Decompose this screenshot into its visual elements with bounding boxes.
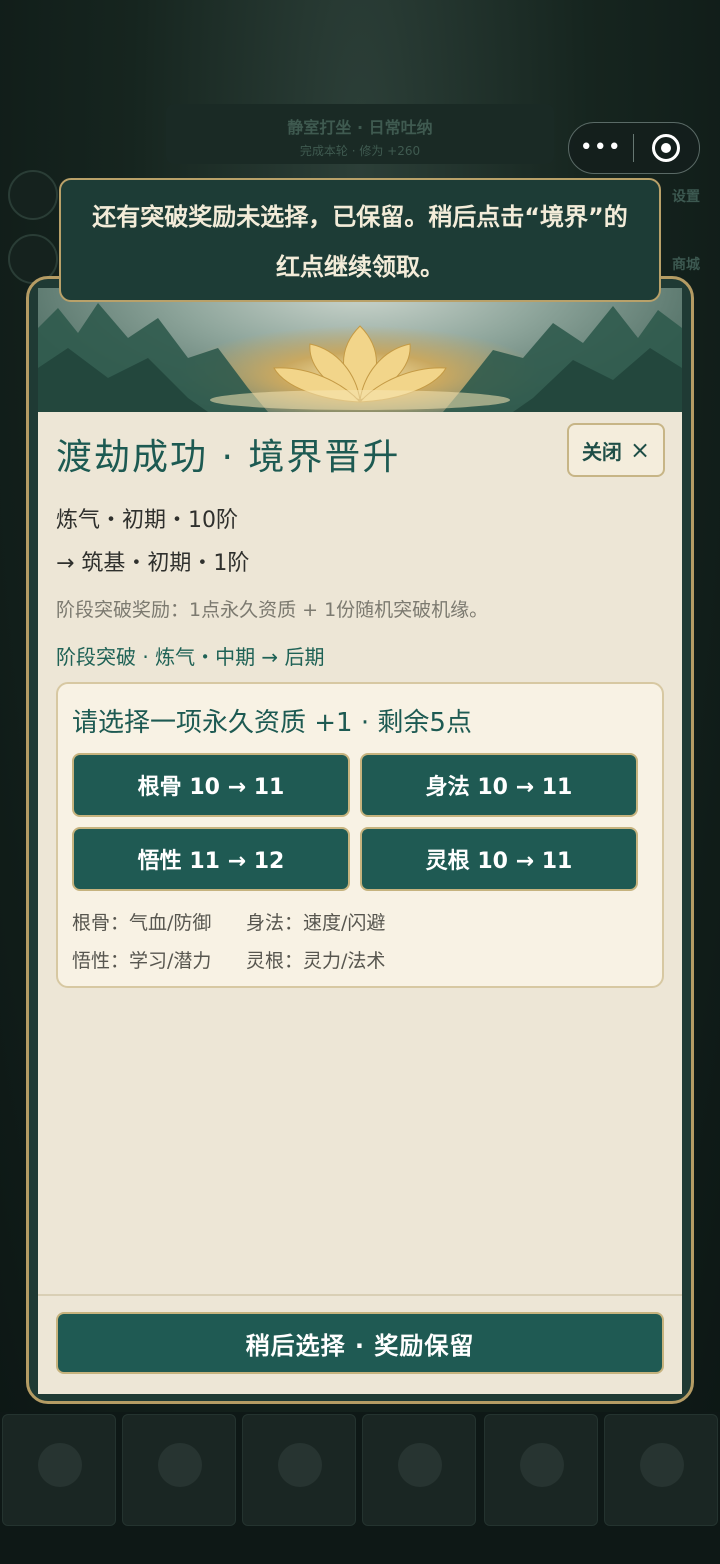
breakthrough-modal: 渡劫成功 · 境界晋升 关闭 × 炼气・初期・10阶 → 筑基・初期・1阶 阶段… xyxy=(38,288,682,1394)
attribute-option-linggen[interactable]: 灵根 10 → 11 xyxy=(360,827,638,891)
close-button-label: 关闭 xyxy=(581,439,622,464)
attribute-hint: 根骨：气血/防御 xyxy=(72,912,212,934)
attribute-option-wuxing[interactable]: 悟性 11 → 12 xyxy=(72,827,350,891)
more-dots-icon[interactable]: ••• xyxy=(569,122,633,174)
attribute-hint: 身法：速度/闪避 xyxy=(246,912,386,934)
reward-reserved-toast: 还有突破奖励未选择，已保留。稍后点击“境界”的红点继续领取。 xyxy=(59,178,661,302)
miniprogram-capsule: ••• xyxy=(568,122,700,174)
background-item-slot xyxy=(122,1414,236,1526)
reward-description: 阶段突破奖励：1点永久资质 + 1份随机突破机缘。 xyxy=(56,599,489,621)
modal-title: 渡劫成功 · 境界晋升 xyxy=(56,437,401,478)
attribute-choice-panel: 请选择一项永久资质 +1 · 剩余5点 根骨 10 → 11 身法 10 → 1… xyxy=(56,682,664,988)
target-circle-icon[interactable] xyxy=(634,134,700,162)
close-button[interactable]: 关闭 × xyxy=(567,423,665,477)
attribute-choice-title: 请选择一项永久资质 +1 · 剩余5点 xyxy=(72,708,472,738)
background-settings-label: 设置 xyxy=(672,189,700,205)
footer-divider xyxy=(38,1294,682,1296)
attribute-option-gengu[interactable]: 根骨 10 → 11 xyxy=(72,753,350,817)
attribute-hint: 悟性：学习/潜力 xyxy=(72,950,212,972)
attribute-hint: 灵根：灵力/法术 xyxy=(246,950,386,972)
background-task-banner: 静室打坐 · 日常吐纳 完成本轮 · 修为 +260 xyxy=(166,104,554,164)
background-item-slot xyxy=(362,1414,476,1526)
lotus-banner-image xyxy=(38,288,682,412)
background-orb xyxy=(8,170,58,220)
background-item-slot xyxy=(604,1414,718,1526)
background-item-slot xyxy=(484,1414,598,1526)
attribute-option-shenfa[interactable]: 身法 10 → 11 xyxy=(360,753,638,817)
realm-to: → 筑基・初期・1阶 xyxy=(56,551,250,576)
choose-later-button[interactable]: 稍后选择 · 奖励保留 xyxy=(56,1312,664,1374)
stage-breakthrough: 阶段突破 · 炼气・中期 → 后期 xyxy=(56,645,325,669)
background-task-title: 静室打坐 · 日常吐纳 xyxy=(287,118,433,137)
background-item-slot xyxy=(2,1414,116,1526)
realm-from: 炼气・初期・10阶 xyxy=(56,508,238,533)
background-shop-label: 商城 xyxy=(672,257,700,273)
close-icon: × xyxy=(629,436,651,464)
background-task-subtitle: 完成本轮 · 修为 +260 xyxy=(299,144,421,158)
background-item-slot xyxy=(242,1414,356,1526)
